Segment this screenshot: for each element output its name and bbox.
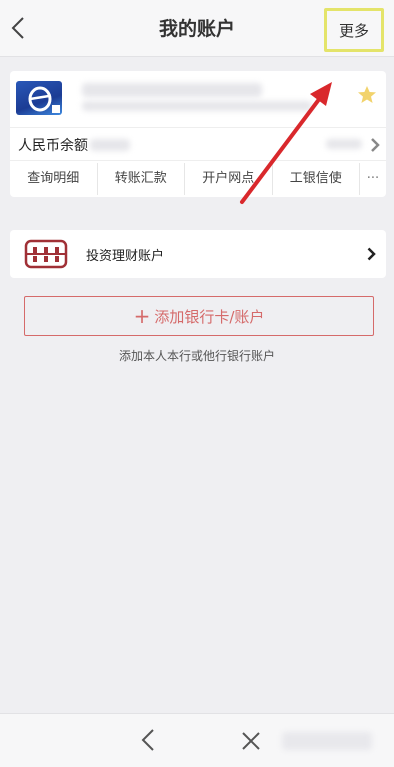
chevron-right-icon bbox=[371, 138, 380, 152]
masked-balance bbox=[90, 139, 130, 151]
action-more[interactable]: ··· bbox=[360, 163, 386, 195]
abacus-icon bbox=[24, 239, 68, 269]
add-bank-card-button[interactable]: + 添加银行卡/账户 bbox=[24, 296, 374, 336]
bank-card-logo-icon bbox=[16, 81, 62, 115]
bottom-nav-bar bbox=[0, 713, 394, 767]
chevron-left-icon[interactable] bbox=[139, 728, 157, 752]
action-query-details[interactable]: 查询明细 bbox=[10, 163, 98, 195]
plus-icon: + bbox=[133, 304, 151, 328]
masked-watermark bbox=[282, 732, 372, 750]
balance-label: 人民币余额 bbox=[18, 138, 88, 154]
annotation-arrow-icon bbox=[240, 82, 332, 204]
chevron-right-icon bbox=[367, 247, 376, 261]
star-icon[interactable] bbox=[357, 85, 377, 105]
more-button[interactable]: 更多 bbox=[324, 8, 384, 52]
action-transfer[interactable]: 转账汇款 bbox=[98, 163, 185, 195]
add-bank-card-label: 添加银行卡/账户 bbox=[154, 307, 265, 326]
header-bar: 我的账户 更多 bbox=[0, 0, 394, 57]
investment-account-row[interactable]: 投资理财账户 bbox=[10, 230, 386, 278]
investment-account-label: 投资理财账户 bbox=[86, 249, 165, 264]
close-icon[interactable] bbox=[240, 730, 262, 752]
add-card-hint: 添加本人本行或他行银行账户 bbox=[118, 349, 275, 363]
